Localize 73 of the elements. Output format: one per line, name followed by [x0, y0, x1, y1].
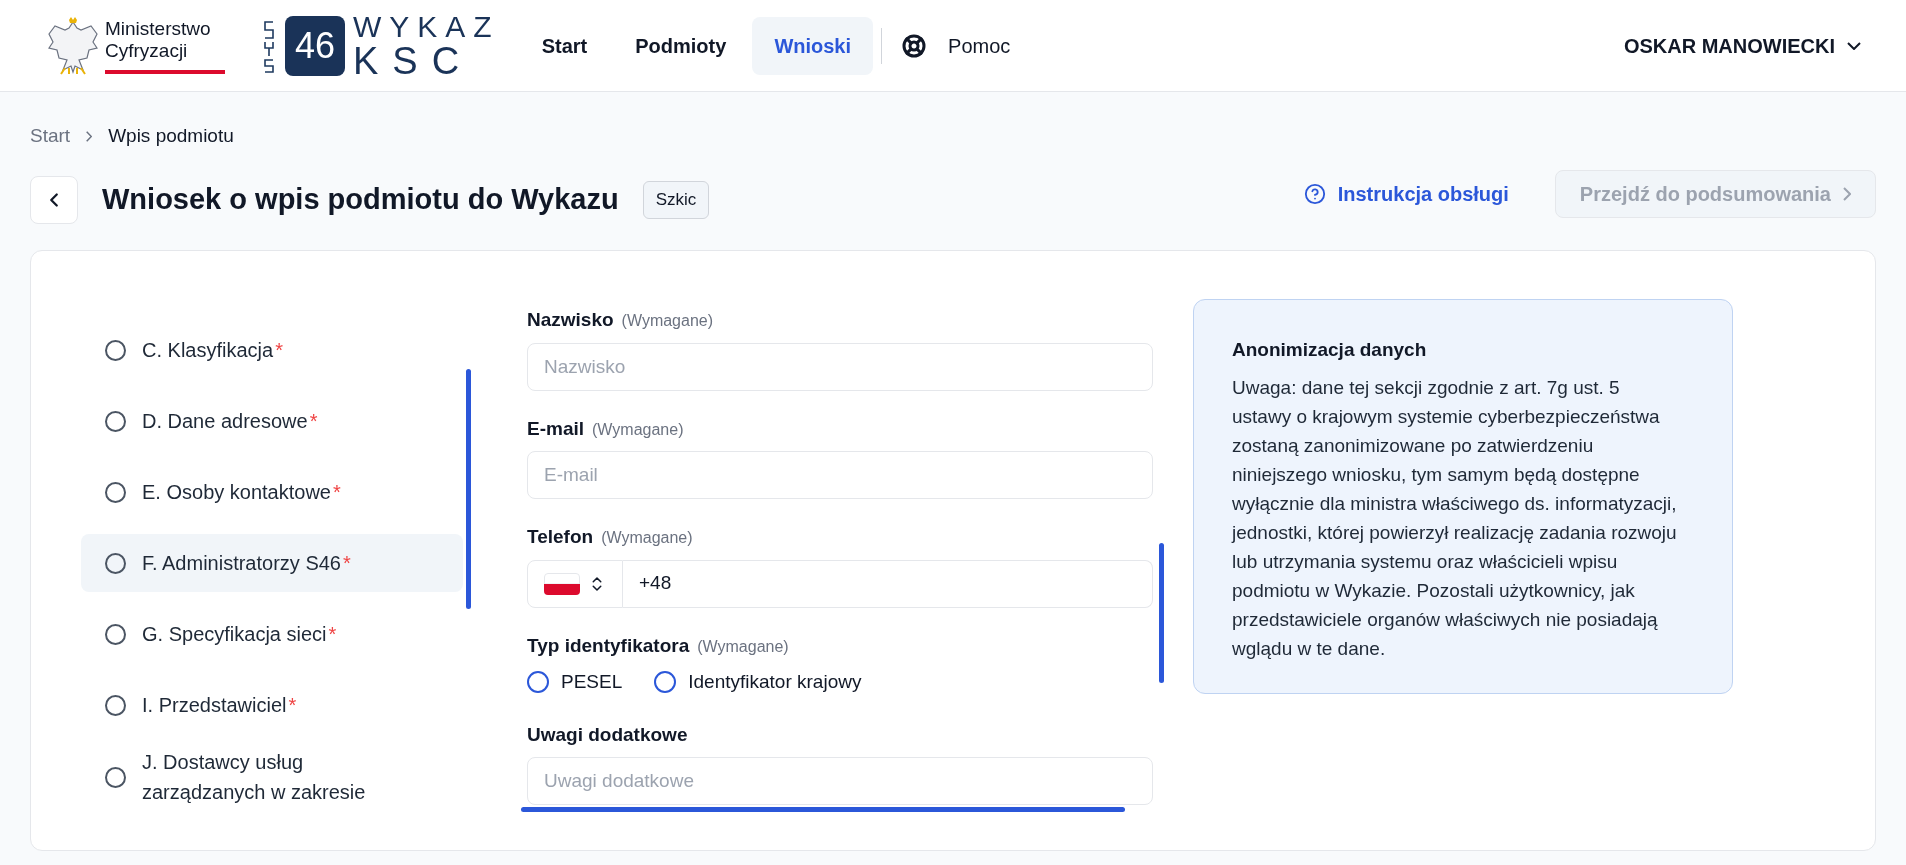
- section-item[interactable]: E. Osoby kontaktowe*: [81, 463, 463, 521]
- section-status-icon: [105, 339, 126, 361]
- section-status-icon: [105, 481, 126, 503]
- chevron-right-icon: [86, 130, 93, 142]
- chevron-right-icon: [1843, 187, 1851, 201]
- manual-link[interactable]: Instrukcja obsługi: [1303, 179, 1509, 209]
- page-title: Wniosek o wpis podmiotu do Wykazu: [102, 182, 619, 218]
- text-input-field[interactable]: Uwagi dodatkowe: [527, 757, 1153, 805]
- section-item[interactable]: G. Specyfikacja sieci*: [81, 605, 463, 663]
- radio-label: Identyfikator krajowy: [688, 670, 862, 694]
- nav-link[interactable]: Podmioty: [613, 16, 749, 75]
- section-label: E. Osoby kontaktowe: [142, 481, 331, 503]
- section-item[interactable]: J. Dostawcy usług zarządzanych w zakresie: [81, 747, 463, 807]
- help-icon: [1303, 183, 1326, 205]
- app-logo-number: 46: [285, 15, 345, 76]
- required-mark: *: [288, 694, 297, 716]
- field-label: Typ identyfikatora: [527, 633, 690, 658]
- section-status-icon: [105, 694, 126, 716]
- scrollbar-thumb[interactable]: [466, 369, 471, 609]
- info-title: Anonimizacja danych: [1232, 338, 1428, 362]
- status-badge: Szkic: [642, 181, 710, 219]
- section-status-icon: [105, 410, 126, 432]
- ministry-name: Cyfryzacji: [105, 39, 189, 62]
- info-text: Uwaga: dane tej sekcji zgodnie z art. 7g ust. 5 ustawy o krajowym systemie cyberbezpieczeństwa zostaną zanonimizowane po zatwierdzeniu niniejszego wniosku, tym samym będą dostępne wyłącznie dla ministra właściwego ds. informatyzacji, jednostki, której powierzył realizację zadania rozwoju lub utrzymania systemu oraz właścicieli wpisu podmiotu w Wykazie. Pozostali użytkownicy, jak przedstawiciele organów właściwych nie posiadają wglądu w te dane.: [1232, 375, 1677, 661]
- section-item[interactable]: F. Administratorzy S46*: [81, 534, 463, 592]
- app-logo-word: KSC: [353, 41, 475, 80]
- radio-label: PESEL: [561, 670, 623, 694]
- text-input-field[interactable]: Nazwisko: [527, 342, 1153, 391]
- required-mark: *: [342, 552, 351, 574]
- ministry-name: Ministerstwo: [105, 17, 212, 40]
- required-mark: *: [309, 410, 318, 432]
- section-status-icon: [105, 552, 126, 574]
- text-input-field[interactable]: E-mail: [527, 451, 1153, 499]
- nav-link[interactable]: Start: [519, 16, 610, 75]
- required-hint: (Wymagane): [601, 528, 693, 548]
- section-label: G. Specyfikacja sieci: [142, 623, 327, 645]
- back-button[interactable]: [30, 176, 78, 224]
- section-label: D. Dane adresowe: [142, 410, 308, 432]
- field-label: Telefon: [527, 525, 594, 549]
- breadcrumb-link[interactable]: Start: [30, 121, 71, 151]
- required-hint: (Wymagane): [697, 636, 789, 657]
- section-label: F. Administratorzy S46: [142, 552, 341, 574]
- required-mark: *: [275, 339, 283, 361]
- help-link[interactable]: Pomoc: [890, 16, 1023, 75]
- section-label: J. Dostawcy usług zarządzanych w zakresie: [142, 751, 366, 803]
- section-label: I. Przedstawiciel: [142, 694, 287, 716]
- section-status-icon: [105, 766, 126, 788]
- eagle-emblem-icon: [45, 15, 101, 76]
- chevron-down-icon: [1847, 41, 1861, 50]
- required-mark: *: [328, 623, 337, 645]
- section-item[interactable]: D. Dane adresowe*: [81, 392, 463, 450]
- radio-button[interactable]: [654, 671, 677, 694]
- field-label: Nazwisko: [527, 308, 614, 332]
- scrollbar-thumb[interactable]: [1159, 543, 1164, 683]
- field-label: Uwagi dodatkowe: [527, 722, 688, 747]
- phone-input-field[interactable]: +48: [623, 559, 1153, 608]
- flag-icon: [544, 572, 580, 595]
- scrollbar-thumb[interactable]: [521, 807, 1125, 812]
- breadcrumb-current: Wpis podmiotu: [108, 123, 234, 148]
- user-menu-button[interactable]: OSKAR MANOWIECKI: [1623, 30, 1861, 61]
- required-hint: (Wymagane): [621, 311, 714, 331]
- section-item[interactable]: I. Przedstawiciel*: [81, 676, 463, 734]
- required-hint: (Wymagane): [592, 419, 684, 440]
- lifebuoy-icon: [902, 33, 927, 58]
- section-label: C. Klasyfikacja: [142, 339, 274, 361]
- app-logo-word: WYKAZ: [353, 11, 500, 42]
- nav-link[interactable]: Wnioski: [752, 16, 874, 75]
- section-status-icon: [105, 623, 126, 645]
- radio-button[interactable]: [527, 671, 549, 694]
- country-select[interactable]: [527, 559, 623, 608]
- required-mark: *: [333, 481, 341, 503]
- section-item[interactable]: C. Klasyfikacja*: [81, 321, 463, 379]
- field-label: E-mail: [527, 416, 585, 441]
